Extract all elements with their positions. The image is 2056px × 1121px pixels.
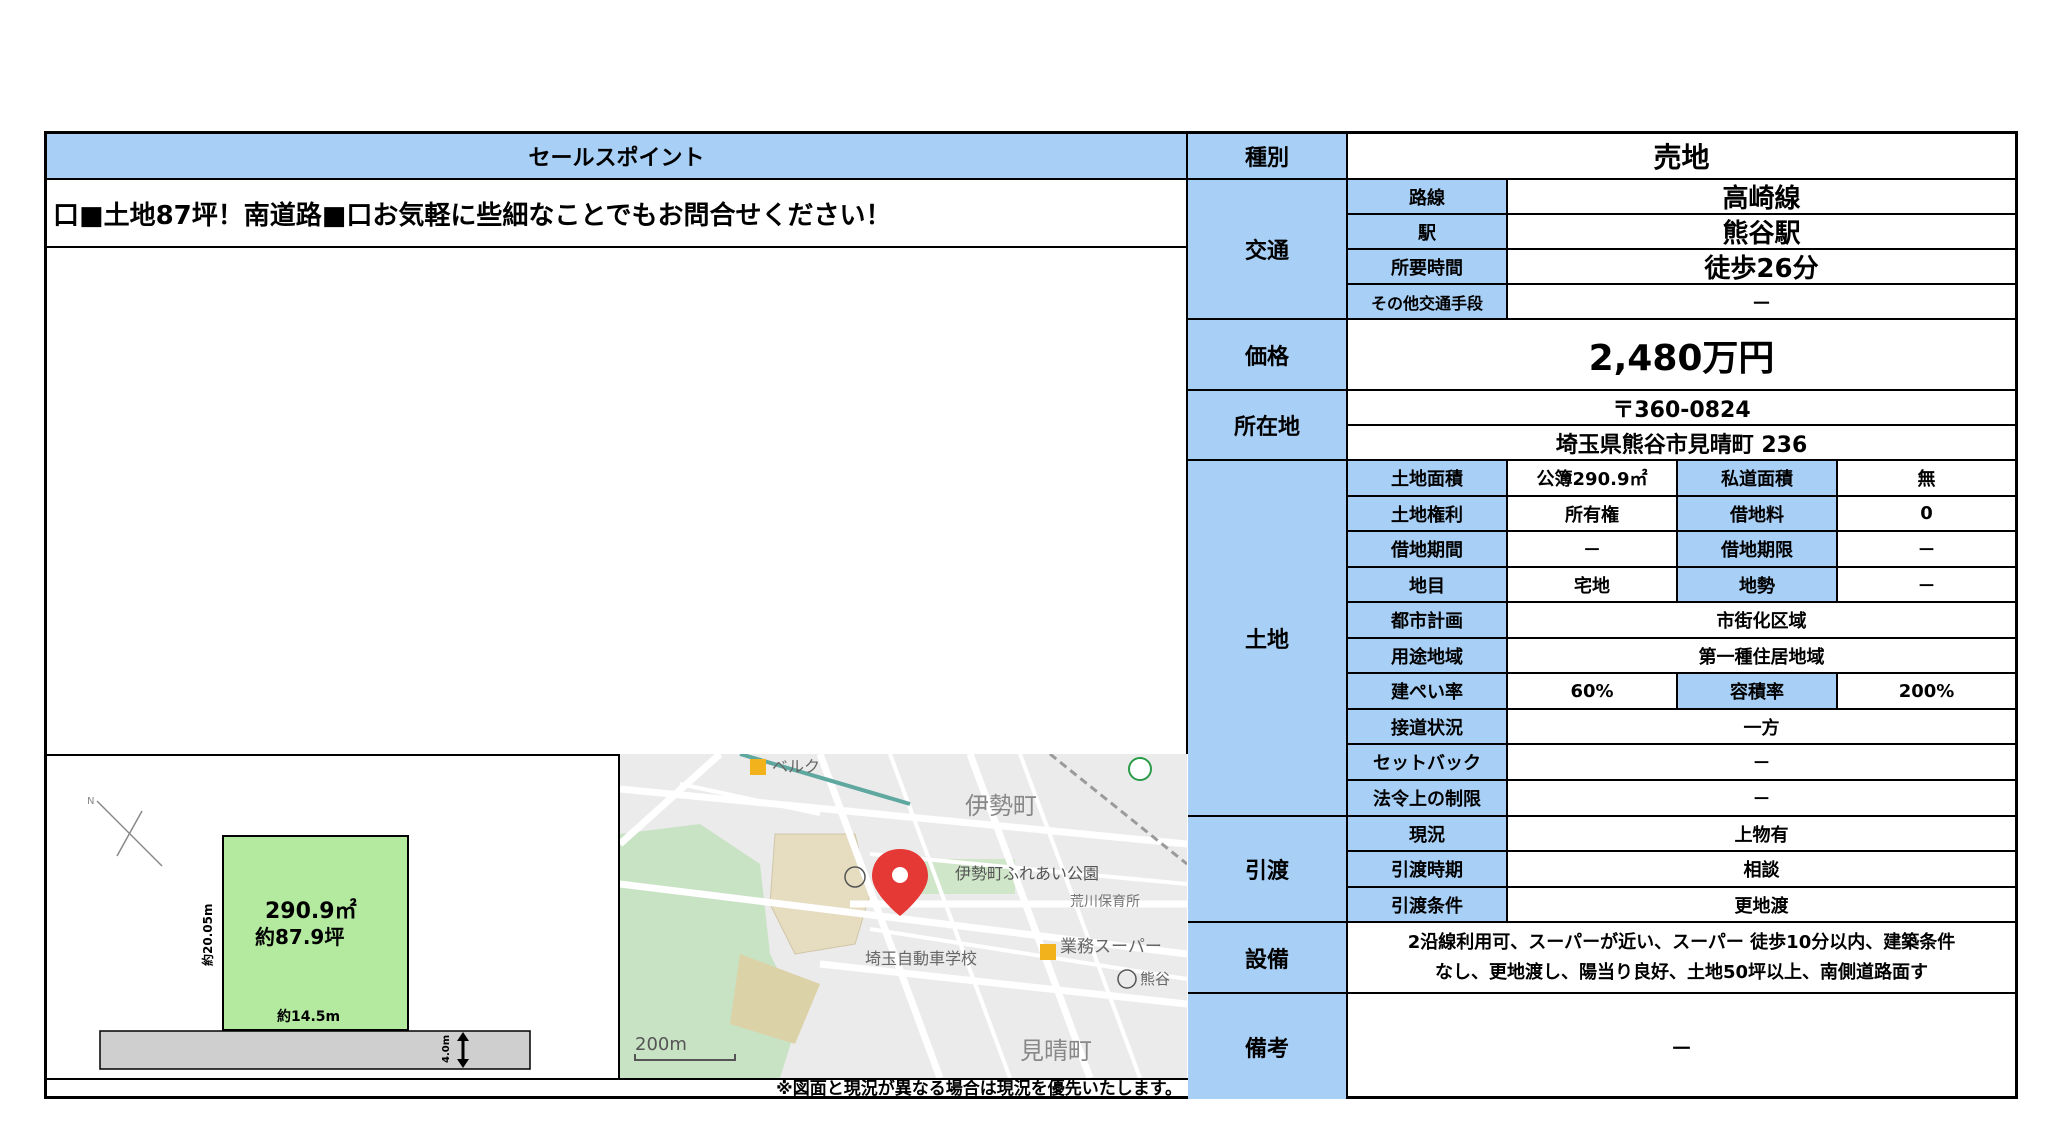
handover-label: 引渡 (1188, 817, 1348, 923)
city-plan-value: 市街化区域 (1508, 603, 2015, 639)
private-road-value: 無 (1838, 461, 2015, 497)
price-label: 価格 (1188, 320, 1348, 391)
plot-area-m2: 290.9㎡ (265, 898, 357, 924)
handover-condition-label: 引渡条件 (1348, 888, 1508, 923)
remarks-value: － (1670, 1036, 1693, 1062)
road-access-value: 一方 (1508, 710, 2015, 745)
kind-value: 売地 (1348, 134, 2015, 180)
map-label-park: 伊勢町ふれあい公園 (955, 864, 1099, 883)
map-label-super: 業務スーパー (1060, 937, 1162, 957)
supermarket-icon (1040, 944, 1056, 960)
private-road-label: 私道面積 (1678, 461, 1838, 497)
land-right-label: 土地権利 (1348, 497, 1508, 532)
postal-code: 〒360-0824 (1348, 391, 2015, 426)
land-category-value: 宅地 (1508, 568, 1678, 603)
map-scale-label: 200m (635, 1034, 687, 1055)
road-access-label: 接道状況 (1348, 710, 1508, 745)
transport-label: 交通 (1188, 180, 1348, 320)
land-area-label: 土地面積 (1348, 461, 1508, 497)
land-category-label: 地目 (1348, 568, 1508, 603)
current-status-label: 現況 (1348, 817, 1508, 852)
price-value: 2,480万円 (1348, 320, 2015, 391)
city-plan-label: 都市計画 (1348, 603, 1508, 639)
current-status-value: 上物有 (1508, 817, 2015, 852)
sales-body (47, 248, 1188, 754)
facilities-label: 設備 (1188, 923, 1348, 994)
transport-other-label: その他交通手段 (1348, 285, 1508, 320)
map-label-town1: 伊勢町 (965, 792, 1037, 820)
transport-line-label: 路線 (1348, 180, 1508, 215)
plot-area-tsubo: 約87.9坪 (255, 925, 344, 949)
lease-period-label: 借地期間 (1348, 532, 1508, 568)
svg-text:N: N (87, 796, 94, 807)
map-label-kuma: 熊谷 (1140, 970, 1170, 988)
transport-line-value: 高崎線 (1508, 180, 2015, 215)
legal-limit-label: 法令上の制限 (1348, 781, 1508, 817)
plot-width: 約14.5m (277, 1008, 340, 1025)
coverage-label: 建ぺい率 (1348, 674, 1508, 710)
lease-limit-label: 借地期限 (1678, 532, 1838, 568)
plot-depth: 約20.05m (200, 904, 215, 966)
kind-label: 種別 (1188, 134, 1348, 180)
transport-time-label: 所要時間 (1348, 250, 1508, 285)
location-map[interactable]: 伊勢町 伊勢町ふれあい公園 荒川保育所 埼玉自動車学校 業務スーパー 見晴町 ベ… (620, 754, 1187, 1078)
rent-value: 0 (1838, 497, 2015, 532)
road-width: 4.0m (441, 1035, 452, 1063)
coverage-value: 60% (1508, 674, 1678, 710)
plot-svg: N 290.9㎡ 約87.9坪 約20.05m 約14.5m 4.0m (87, 796, 531, 1070)
map-label-town2: 見晴町 (1020, 1037, 1092, 1065)
plot-diagram: N 290.9㎡ 約87.9坪 約20.05m 約14.5m 4.0m (47, 754, 620, 1078)
land-right-value: 所有権 (1508, 497, 1678, 532)
facilities-line-1: 2沿線利用可、スーパーが近い、スーパー 徒歩10分以内、建築条件 (1407, 931, 1956, 953)
handover-timing-label: 引渡時期 (1348, 852, 1508, 888)
setback-label: セットバック (1348, 745, 1508, 781)
setback-value: － (1508, 745, 2015, 781)
map-label-school: 埼玉自動車学校 (865, 949, 977, 968)
zoning-label: 用途地域 (1348, 639, 1508, 674)
address: 埼玉県熊谷市見晴町 236 (1348, 426, 2015, 461)
transport-station-value: 熊谷駅 (1508, 215, 2015, 250)
transport-other-value: － (1508, 285, 2015, 320)
land-label: 土地 (1188, 461, 1348, 817)
facilities-value: 2沿線利用可、スーパーが近い、スーパー 徒歩10分以内、建築条件 なし、更地渡し… (1348, 923, 2015, 994)
far-value: 200% (1838, 674, 2015, 710)
remarks-label: 備考 (1188, 994, 1348, 1099)
terrain-value: － (1838, 568, 2015, 603)
legal-limit-value: － (1508, 781, 2015, 817)
zoning-value: 第一種住居地域 (1508, 639, 2015, 674)
property-sheet: セールスポイント 口■土地87坪！南道路■口お気軽に些細なことでもお問合せくださ… (44, 131, 2018, 1099)
map-svg: 伊勢町 伊勢町ふれあい公園 荒川保育所 埼玉自動車学校 業務スーパー 見晴町 ベ… (620, 754, 1187, 1078)
lease-limit-value: － (1838, 532, 2015, 568)
far-label: 容積率 (1678, 674, 1838, 710)
map-label-nursery: 荒川保育所 (1070, 894, 1140, 910)
terrain-label: 地勢 (1678, 568, 1838, 603)
map-label-bell: ベルク (772, 757, 820, 776)
disclaimer-note: ※図面と現況が異なる場合は現況を優先いたします。 (47, 1078, 1188, 1099)
transport-station-label: 駅 (1348, 215, 1508, 250)
rent-label: 借地料 (1678, 497, 1838, 532)
shop-icon (750, 759, 766, 775)
transport-time-value: 徒歩26分 (1508, 250, 2015, 285)
lease-period-value: － (1508, 532, 1678, 568)
sales-point-header: セールスポイント (47, 134, 1188, 180)
sales-headline: 口■土地87坪！南道路■口お気軽に些細なことでもお問合せください！ (47, 180, 1188, 248)
location-label: 所在地 (1188, 391, 1348, 461)
handover-condition-value: 更地渡 (1508, 888, 2015, 923)
north-arrow-cross (116, 810, 143, 857)
land-area-value: 公簿290.9㎡ (1508, 461, 1678, 497)
handover-timing-value: 相談 (1508, 852, 2015, 888)
convenience-store-icon (1128, 757, 1152, 781)
facilities-line-2: なし、更地渡し、陽当り良好、土地50坪以上、南側道路面す (1434, 961, 1929, 983)
